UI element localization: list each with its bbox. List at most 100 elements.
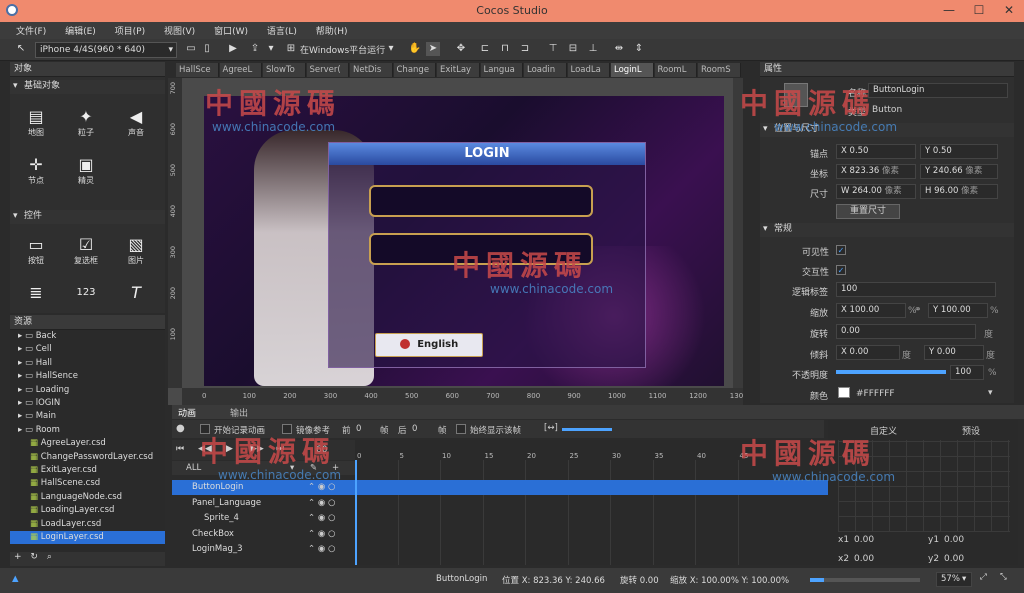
reset-size-button[interactable]: 重置尺寸 xyxy=(836,204,900,219)
x2-value[interactable]: 0.00 xyxy=(854,554,874,564)
resource-folder[interactable]: ▸ ▭ Hall xyxy=(18,357,52,370)
align-center-icon[interactable]: ⊓ xyxy=(498,42,512,56)
name-field[interactable]: ButtonLogin xyxy=(868,83,1008,98)
tab-document[interactable]: SlowTo xyxy=(263,63,306,77)
resource-file[interactable]: ▦ ExitLayer.csd xyxy=(18,464,97,477)
y2-value[interactable]: 0.00 xyxy=(944,554,964,564)
tab-animation[interactable]: 动画 xyxy=(178,406,196,419)
rotate-field[interactable]: 0.00 xyxy=(836,324,976,339)
coord-y-field[interactable]: Y 240.66 像素 xyxy=(920,164,998,179)
english-button[interactable]: English xyxy=(375,333,483,357)
tab-document[interactable]: LoginL xyxy=(611,63,654,77)
tab-document[interactable]: Server( xyxy=(306,63,349,77)
portrait-icon[interactable]: ▯ xyxy=(200,42,214,56)
resource-folder[interactable]: ▸ ▭ Loading xyxy=(18,384,69,397)
menu-file[interactable]: 文件(F) xyxy=(8,22,54,37)
align-middle-icon[interactable]: ⊟ xyxy=(566,42,580,56)
skew-y-field[interactable]: Y 0.00 xyxy=(924,345,984,360)
run-platform-label[interactable]: 在Windows平台运行 xyxy=(300,43,385,56)
tab-document[interactable]: RoomS xyxy=(698,63,741,77)
tag-field[interactable]: 100 xyxy=(836,282,996,297)
align-right-icon[interactable]: ⊐ xyxy=(518,42,532,56)
tab-document[interactable]: Langua xyxy=(480,63,523,77)
fit-screen-icon[interactable]: ⤢ xyxy=(980,572,987,582)
object-sound[interactable]: ◀ 声音 xyxy=(116,107,156,138)
resource-file[interactable]: ▦ HallScene.csd xyxy=(18,477,100,490)
anchor-y-field[interactable]: Y 0.50 xyxy=(920,144,998,159)
resource-folder[interactable]: ▸ ▭ Room xyxy=(18,424,60,437)
y1-value[interactable]: 0.00 xyxy=(944,535,964,545)
object-map[interactable]: ▤ 地图 xyxy=(16,107,56,138)
timeline-node-row[interactable]: Sprite_4 ⌃ ◉ ○ xyxy=(172,511,355,526)
color-swatch[interactable] xyxy=(838,387,850,398)
chevron-down-icon[interactable]: ▾ xyxy=(988,388,993,398)
chevron-down-icon[interactable]: ▾ xyxy=(384,42,398,56)
timeline-node-row[interactable]: CheckBox ⌃ ◉ ○ xyxy=(172,527,355,542)
resource-file[interactable]: ▦ LanguageNode.csd xyxy=(18,491,122,504)
menu-view[interactable]: 视图(V) xyxy=(156,22,203,37)
tab-document[interactable]: Loadin xyxy=(524,63,567,77)
distribute-h-icon[interactable]: ⇹ xyxy=(612,42,626,56)
control-image[interactable]: ▧ 图片 xyxy=(116,235,156,266)
control-text[interactable]: T xyxy=(116,283,156,303)
resource-folder[interactable]: ▸ ▭ HallSence xyxy=(18,370,78,383)
zoom-slider[interactable] xyxy=(810,578,920,582)
zoom-select[interactable]: 57% xyxy=(936,572,972,587)
control-button[interactable]: ▭ 按钮 xyxy=(16,235,56,266)
select-tool-icon[interactable]: ➤ xyxy=(426,42,440,56)
device-select[interactable]: iPhone 4/4S(960 * 640) ▾ xyxy=(35,42,177,58)
resource-folder[interactable]: ▸ ▭ Main xyxy=(18,410,56,423)
search-icon[interactable]: ⌕ xyxy=(47,552,52,562)
minimize-button[interactable]: — xyxy=(934,0,964,20)
tab-document[interactable]: NetDis xyxy=(350,63,393,77)
object-sprite[interactable]: ▣ 精灵 xyxy=(66,155,106,186)
object-particle[interactable]: ✦ 粒子 xyxy=(66,107,106,138)
opacity-field[interactable]: 100 xyxy=(950,365,984,380)
resource-file[interactable]: ▦ LoadLayer.csd xyxy=(18,518,101,531)
resource-file[interactable]: ▦ AgreeLayer.csd xyxy=(18,437,106,450)
timeline-node-row[interactable]: ButtonLogin ⌃ ◉ ○ xyxy=(172,480,355,495)
link-scale-icon[interactable]: ⚭ xyxy=(914,305,922,315)
visibility-icon[interactable]: ⌃ ◉ ○ xyxy=(308,542,335,557)
visibility-icon[interactable]: ⌃ ◉ ○ xyxy=(308,480,335,495)
control-number[interactable]: 123 xyxy=(66,283,106,303)
tab-document[interactable]: ExitLay xyxy=(437,63,480,77)
first-frame-icon[interactable]: ⏮ xyxy=(176,444,184,454)
resource-file[interactable]: ▦ ChangePasswordLayer.csd xyxy=(18,451,153,464)
resource-folder[interactable]: ▸ ▭ Cell xyxy=(18,343,52,356)
scale-x-field[interactable]: X 100.00 xyxy=(836,303,906,318)
skew-x-field[interactable]: X 0.00 xyxy=(836,345,900,360)
fit-icon[interactable]: [↔] xyxy=(544,423,558,433)
visibility-icon[interactable]: ⌃ ◉ ○ xyxy=(308,496,335,511)
close-button[interactable]: ✕ xyxy=(994,0,1024,20)
anchor-x-field[interactable]: X 0.50 xyxy=(836,144,916,159)
after-value[interactable]: 0 xyxy=(412,424,417,434)
chevron-down-icon[interactable]: ▾ xyxy=(264,42,278,56)
align-left-icon[interactable]: ⊏ xyxy=(478,42,492,56)
controls-section-header[interactable]: ▾ 控件 xyxy=(10,210,165,224)
tab-output[interactable]: 输出 xyxy=(230,406,248,419)
resource-file[interactable]: ▦ LoginLayer.csd xyxy=(10,531,165,544)
add-icon[interactable]: + xyxy=(14,552,22,562)
distribute-v-icon[interactable]: ⇕ xyxy=(632,42,646,56)
tab-document[interactable]: LoadLa xyxy=(567,63,610,77)
timeline-node-row[interactable]: Panel_Language ⌃ ◉ ○ xyxy=(172,496,355,511)
visibility-icon[interactable]: ⌃ ◉ ○ xyxy=(308,527,335,542)
tab-preset[interactable]: 预设 xyxy=(962,424,980,437)
pointer-icon[interactable]: ↖ xyxy=(14,42,28,56)
object-node[interactable]: ✛ 节点 xyxy=(16,155,56,186)
visibility-icon[interactable]: ⌃ ◉ ○ xyxy=(308,511,335,526)
control-checkbox[interactable]: ☑ 复选框 xyxy=(66,235,106,266)
size-h-field[interactable]: H 96.00 像素 xyxy=(920,184,998,199)
publish-icon[interactable]: ⇪ xyxy=(248,42,262,56)
basic-section-header[interactable]: ▾ 基础对象 xyxy=(10,80,165,94)
menu-window[interactable]: 窗口(W) xyxy=(206,22,256,37)
align-bottom-icon[interactable]: ⊥ xyxy=(586,42,600,56)
align-top-icon[interactable]: ⊤ xyxy=(546,42,560,56)
before-value[interactable]: 0 xyxy=(356,424,361,434)
warning-icon[interactable]: ▲ xyxy=(12,574,19,584)
always-checkbox[interactable] xyxy=(456,424,466,434)
landscape-icon[interactable]: ▭ xyxy=(184,42,198,56)
menu-project[interactable]: 项目(P) xyxy=(107,22,153,37)
refresh-icon[interactable]: ↻ xyxy=(30,552,38,562)
